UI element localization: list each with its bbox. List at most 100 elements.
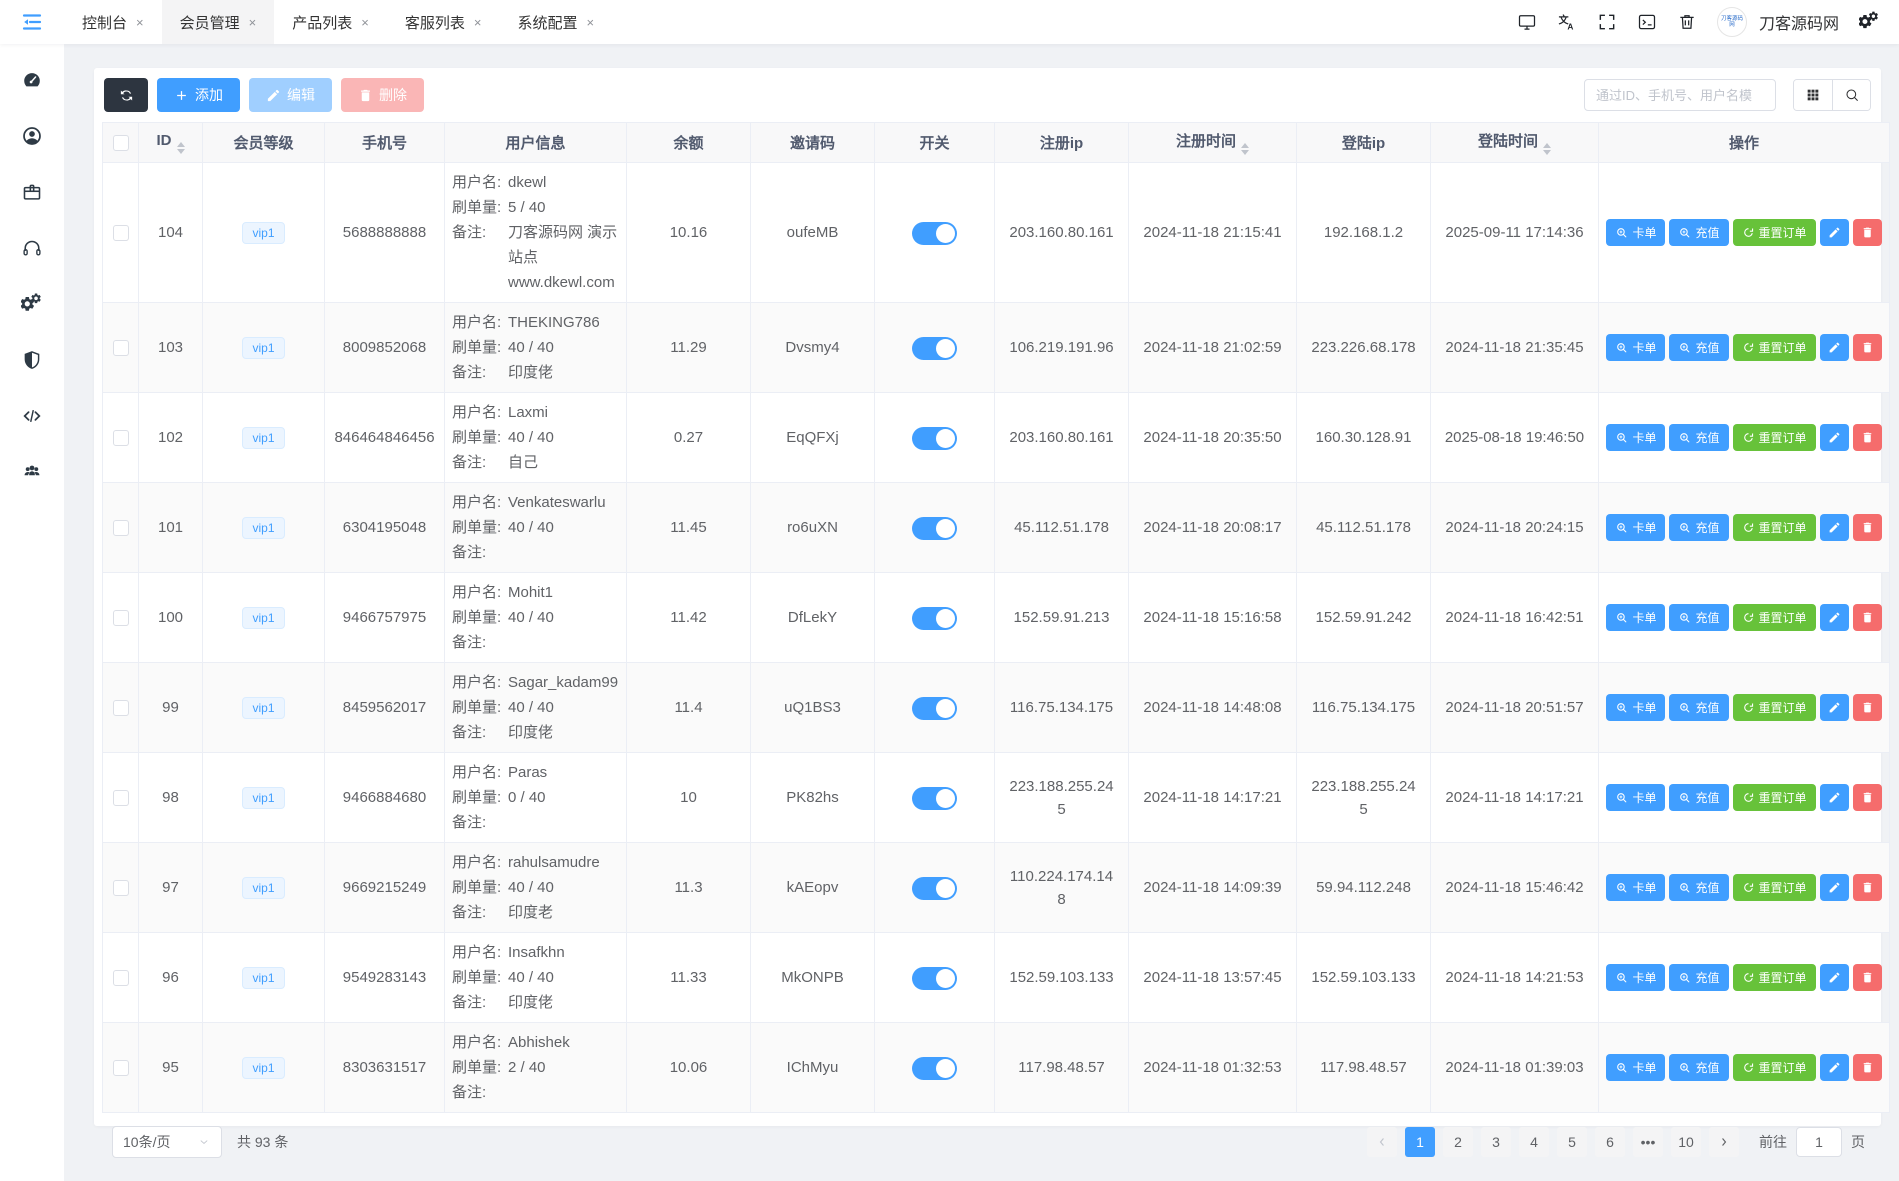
sort-icon[interactable] bbox=[1543, 143, 1551, 155]
edit-row-button[interactable] bbox=[1819, 1054, 1849, 1081]
edit-row-button[interactable] bbox=[1819, 219, 1849, 246]
reset-orders-button[interactable]: 重置订单 bbox=[1732, 694, 1816, 721]
col-header-id[interactable]: ID bbox=[138, 122, 203, 163]
switch-toggle[interactable] bbox=[912, 426, 957, 450]
sidebar-collapse-button[interactable] bbox=[0, 0, 64, 44]
recharge-button[interactable]: 充值 bbox=[1669, 694, 1729, 721]
search-input[interactable] bbox=[1584, 79, 1776, 111]
delete-row-button[interactable] bbox=[1852, 424, 1882, 451]
tab-members[interactable]: 会员管理 × bbox=[161, 0, 275, 44]
reset-orders-button[interactable]: 重置订单 bbox=[1732, 219, 1816, 246]
recharge-button[interactable]: 充值 bbox=[1669, 784, 1729, 811]
row-checkbox[interactable] bbox=[112, 790, 129, 807]
select-all-checkbox[interactable] bbox=[112, 135, 129, 152]
reset-orders-button[interactable]: 重置订单 bbox=[1732, 964, 1816, 991]
switch-toggle[interactable] bbox=[912, 786, 957, 810]
page-button-2[interactable]: 2 bbox=[1443, 1127, 1473, 1157]
delete-row-button[interactable] bbox=[1852, 694, 1882, 721]
row-checkbox[interactable] bbox=[112, 225, 129, 242]
search-button[interactable] bbox=[1832, 80, 1870, 110]
sidebar-item-support[interactable] bbox=[0, 220, 64, 276]
recharge-button[interactable]: 充值 bbox=[1669, 1054, 1729, 1081]
trash-icon[interactable] bbox=[1677, 12, 1697, 32]
switch-toggle[interactable] bbox=[912, 516, 957, 540]
next-page-button[interactable] bbox=[1709, 1127, 1739, 1157]
delete-row-button[interactable] bbox=[1852, 514, 1882, 541]
view-card-button[interactable]: 卡单 bbox=[1606, 784, 1666, 811]
page-button-3[interactable]: 3 bbox=[1481, 1127, 1511, 1157]
edit-row-button[interactable] bbox=[1819, 514, 1849, 541]
reset-orders-button[interactable]: 重置订单 bbox=[1732, 1054, 1816, 1081]
reset-orders-button[interactable]: 重置订单 bbox=[1732, 514, 1816, 541]
delete-row-button[interactable] bbox=[1852, 219, 1882, 246]
delete-row-button[interactable] bbox=[1852, 964, 1882, 991]
add-button[interactable]: 添加 bbox=[157, 78, 240, 112]
switch-toggle[interactable] bbox=[912, 336, 957, 360]
row-checkbox[interactable] bbox=[112, 520, 129, 537]
switch-toggle[interactable] bbox=[912, 606, 957, 630]
delete-row-button[interactable] bbox=[1852, 604, 1882, 631]
switch-toggle[interactable] bbox=[912, 1056, 957, 1080]
tab-system[interactable]: 系统配置 × bbox=[499, 0, 612, 44]
reset-orders-button[interactable]: 重置订单 bbox=[1732, 874, 1816, 901]
row-checkbox[interactable] bbox=[112, 970, 129, 987]
sidebar-item-products[interactable] bbox=[0, 164, 64, 220]
view-card-button[interactable]: 卡单 bbox=[1606, 514, 1666, 541]
recharge-button[interactable]: 充值 bbox=[1669, 334, 1729, 361]
row-checkbox[interactable] bbox=[112, 340, 129, 357]
switch-toggle[interactable] bbox=[912, 221, 957, 245]
page-button-5[interactable]: 5 bbox=[1557, 1127, 1587, 1157]
settings-icon[interactable] bbox=[1859, 11, 1881, 33]
row-checkbox[interactable] bbox=[112, 700, 129, 717]
view-card-button[interactable]: 卡单 bbox=[1606, 219, 1666, 246]
edit-row-button[interactable] bbox=[1819, 874, 1849, 901]
reset-orders-button[interactable]: 重置订单 bbox=[1732, 424, 1816, 451]
view-card-button[interactable]: 卡单 bbox=[1606, 964, 1666, 991]
edit-row-button[interactable] bbox=[1819, 964, 1849, 991]
edit-row-button[interactable] bbox=[1819, 694, 1849, 721]
view-card-button[interactable]: 卡单 bbox=[1606, 604, 1666, 631]
recharge-button[interactable]: 充值 bbox=[1669, 604, 1729, 631]
view-card-button[interactable]: 卡单 bbox=[1606, 334, 1666, 361]
delete-row-button[interactable] bbox=[1852, 1054, 1882, 1081]
tab-close-icon[interactable]: × bbox=[136, 15, 144, 30]
view-card-button[interactable]: 卡单 bbox=[1606, 1054, 1666, 1081]
row-checkbox[interactable] bbox=[112, 880, 129, 897]
recharge-button[interactable]: 充值 bbox=[1669, 964, 1729, 991]
recharge-button[interactable]: 充值 bbox=[1669, 219, 1729, 246]
switch-toggle[interactable] bbox=[912, 696, 957, 720]
page-button-10[interactable]: 10 bbox=[1671, 1127, 1701, 1157]
tab-close-icon[interactable]: × bbox=[586, 15, 594, 30]
sidebar-item-security[interactable] bbox=[0, 332, 64, 388]
page-button-6[interactable]: 6 bbox=[1595, 1127, 1625, 1157]
reset-orders-button[interactable]: 重置订单 bbox=[1732, 604, 1816, 631]
col-header-reg-time[interactable]: 注册时间 bbox=[1128, 122, 1297, 163]
edit-row-button[interactable] bbox=[1819, 424, 1849, 451]
avatar[interactable]: 刀客源码网 bbox=[1716, 7, 1747, 37]
sidebar-item-services[interactable] bbox=[0, 276, 64, 332]
tab-close-icon[interactable]: × bbox=[474, 15, 482, 30]
grid-view-button[interactable] bbox=[1794, 80, 1832, 110]
goto-page-input[interactable] bbox=[1796, 1127, 1842, 1157]
sort-icon[interactable] bbox=[176, 141, 185, 154]
edit-row-button[interactable] bbox=[1819, 604, 1849, 631]
refresh-button[interactable] bbox=[104, 78, 148, 112]
recharge-button[interactable]: 充值 bbox=[1669, 874, 1729, 901]
monitor-icon[interactable] bbox=[1517, 12, 1537, 32]
delete-button[interactable]: 删除 bbox=[341, 78, 424, 112]
sidebar-item-members[interactable] bbox=[0, 108, 64, 164]
row-checkbox[interactable] bbox=[112, 430, 129, 447]
switch-toggle[interactable] bbox=[912, 876, 957, 900]
tab-close-icon[interactable]: × bbox=[361, 15, 369, 30]
edit-row-button[interactable] bbox=[1819, 784, 1849, 811]
reset-orders-button[interactable]: 重置订单 bbox=[1732, 334, 1816, 361]
prev-page-button[interactable] bbox=[1367, 1127, 1397, 1157]
page-size-select[interactable]: 10条/页 bbox=[112, 1126, 222, 1158]
row-checkbox[interactable] bbox=[112, 610, 129, 627]
delete-row-button[interactable] bbox=[1852, 334, 1882, 361]
sort-icon[interactable] bbox=[1241, 143, 1249, 155]
edit-row-button[interactable] bbox=[1819, 334, 1849, 361]
view-card-button[interactable]: 卡单 bbox=[1606, 874, 1666, 901]
recharge-button[interactable]: 充值 bbox=[1669, 514, 1729, 541]
tab-support[interactable]: 客服列表 × bbox=[387, 0, 500, 44]
